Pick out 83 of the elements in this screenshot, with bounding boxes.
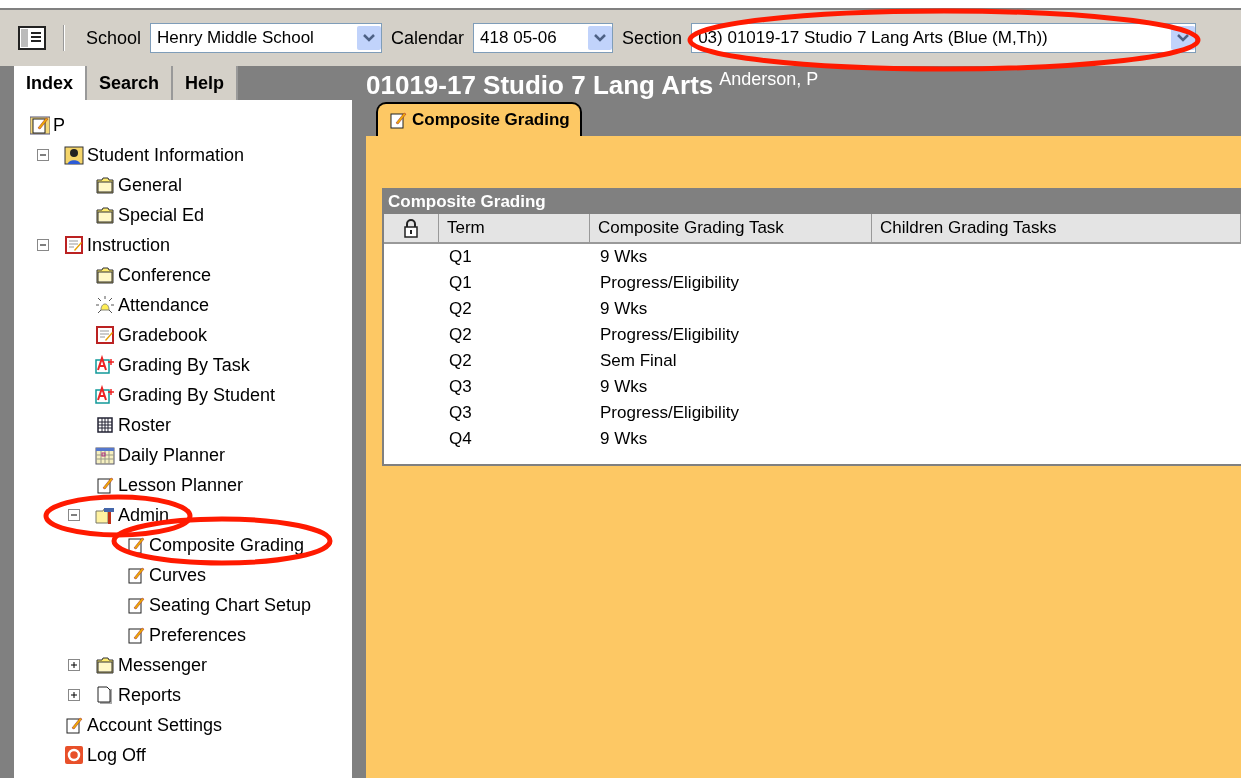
page-title: 01019-17 Studio 7 Lang Arts	[366, 70, 714, 100]
column-header[interactable]: Term	[439, 214, 590, 242]
menu-icon[interactable]	[18, 26, 46, 50]
tree-item[interactable]: Instruction	[87, 231, 171, 259]
table-cell-text: Q3	[448, 402, 473, 425]
notepad-icon	[95, 475, 115, 495]
power-icon	[64, 745, 84, 765]
tree-item[interactable]: Curves	[149, 561, 206, 589]
sidebar-tab[interactable]: Help	[173, 66, 239, 100]
table-cell-text: Progress/Eligibility	[599, 324, 740, 347]
calendar-icon	[95, 445, 115, 465]
table-cell-text: Q1	[448, 272, 473, 295]
field-label: Calendar	[391, 26, 465, 50]
sidebar-tab[interactable]: Index	[14, 66, 87, 100]
dropdown-field[interactable]: 418 05-06	[473, 23, 614, 53]
dropdown-field[interactable]: Henry Middle School	[150, 23, 383, 53]
tree-item[interactable]: Conference	[118, 261, 212, 289]
table-cell-text: Q2	[448, 324, 473, 347]
notepad-icon	[126, 595, 146, 615]
table-cell-text: Q3	[448, 376, 473, 399]
column-header[interactable]: Composite Grading Task	[590, 214, 872, 242]
document-icon	[95, 685, 115, 705]
column-header[interactable]: Children Grading Tasks	[872, 214, 1241, 242]
table-cell-text: Sem Final	[599, 350, 678, 373]
table-cell-text: Q4	[448, 428, 473, 451]
collapse-toggle[interactable]	[68, 509, 80, 521]
grid-title: Composite Grading	[384, 190, 1241, 214]
notepad-icon	[126, 535, 146, 555]
notepad-icon	[30, 115, 50, 135]
field-label: Section	[622, 26, 683, 50]
tree-item[interactable]: Grading By Student	[118, 381, 276, 409]
field-label: School	[86, 26, 142, 50]
notepad-icon	[126, 565, 146, 585]
table-cell-text: 9 Wks	[599, 376, 649, 399]
tree-item[interactable]: Special Ed	[118, 201, 205, 229]
tree-item[interactable]: Admin	[118, 501, 170, 529]
notepad-icon	[126, 625, 146, 645]
expand-toggle[interactable]	[68, 689, 80, 701]
tree-item[interactable]: Daily Planner	[118, 441, 226, 469]
notepad-icon	[388, 110, 408, 130]
notepad-icon	[64, 715, 84, 735]
tree-item[interactable]: Reports	[118, 681, 182, 709]
collapse-toggle[interactable]	[37, 239, 49, 251]
grade-icon	[95, 385, 115, 405]
table-cell-text: 9 Wks	[599, 246, 649, 269]
tree-item[interactable]: Grading By Task	[118, 351, 250, 379]
grade-icon	[95, 355, 115, 375]
tree-item[interactable]: Log Off	[87, 741, 146, 769]
table-cell-text: Q1	[448, 246, 473, 269]
page-tab[interactable]: Composite Grading	[376, 102, 582, 136]
collapse-toggle[interactable]	[37, 149, 49, 161]
tree-item[interactable]: Gradebook	[118, 321, 208, 349]
tree-item[interactable]: Attendance	[118, 291, 210, 319]
folder-icon	[95, 205, 115, 225]
tree-item[interactable]: Messenger	[118, 651, 208, 679]
tree-item[interactable]: Lesson Planner	[118, 471, 244, 499]
folder-icon	[95, 175, 115, 195]
tree-item[interactable]: Roster	[118, 411, 171, 439]
teacher-name: Anderson, P	[719, 68, 819, 91]
expand-toggle[interactable]	[68, 659, 80, 671]
table-cell-text: Q2	[448, 350, 473, 373]
tree-item[interactable]: Student Information	[87, 141, 245, 169]
tree-item[interactable]: General	[118, 171, 183, 199]
gradebook-icon	[95, 325, 115, 345]
gradebook-icon	[64, 235, 84, 255]
tree-item[interactable]: Seating Chart Setup	[149, 591, 312, 619]
folder-icon	[95, 265, 115, 285]
tree-item[interactable]: P	[53, 111, 65, 139]
folder-icon	[95, 655, 115, 675]
tree-item[interactable]: Account Settings	[87, 711, 223, 739]
table-cell-text: Q2	[448, 298, 473, 321]
student-icon	[64, 145, 84, 165]
tree-item[interactable]: Preferences	[149, 621, 247, 649]
roster-icon	[95, 415, 115, 435]
table-cell-text: Progress/Eligibility	[599, 272, 740, 295]
table-cell-text: Progress/Eligibility	[599, 402, 740, 425]
bell-icon	[95, 295, 115, 315]
tree-item[interactable]: Composite Grading	[149, 531, 305, 559]
table-cell-text: 9 Wks	[599, 298, 649, 321]
lock-icon	[403, 218, 419, 238]
hammer-folder-icon	[95, 505, 115, 525]
table-cell-text: 9 Wks	[599, 428, 649, 451]
sidebar-tab[interactable]: Search	[87, 66, 174, 100]
